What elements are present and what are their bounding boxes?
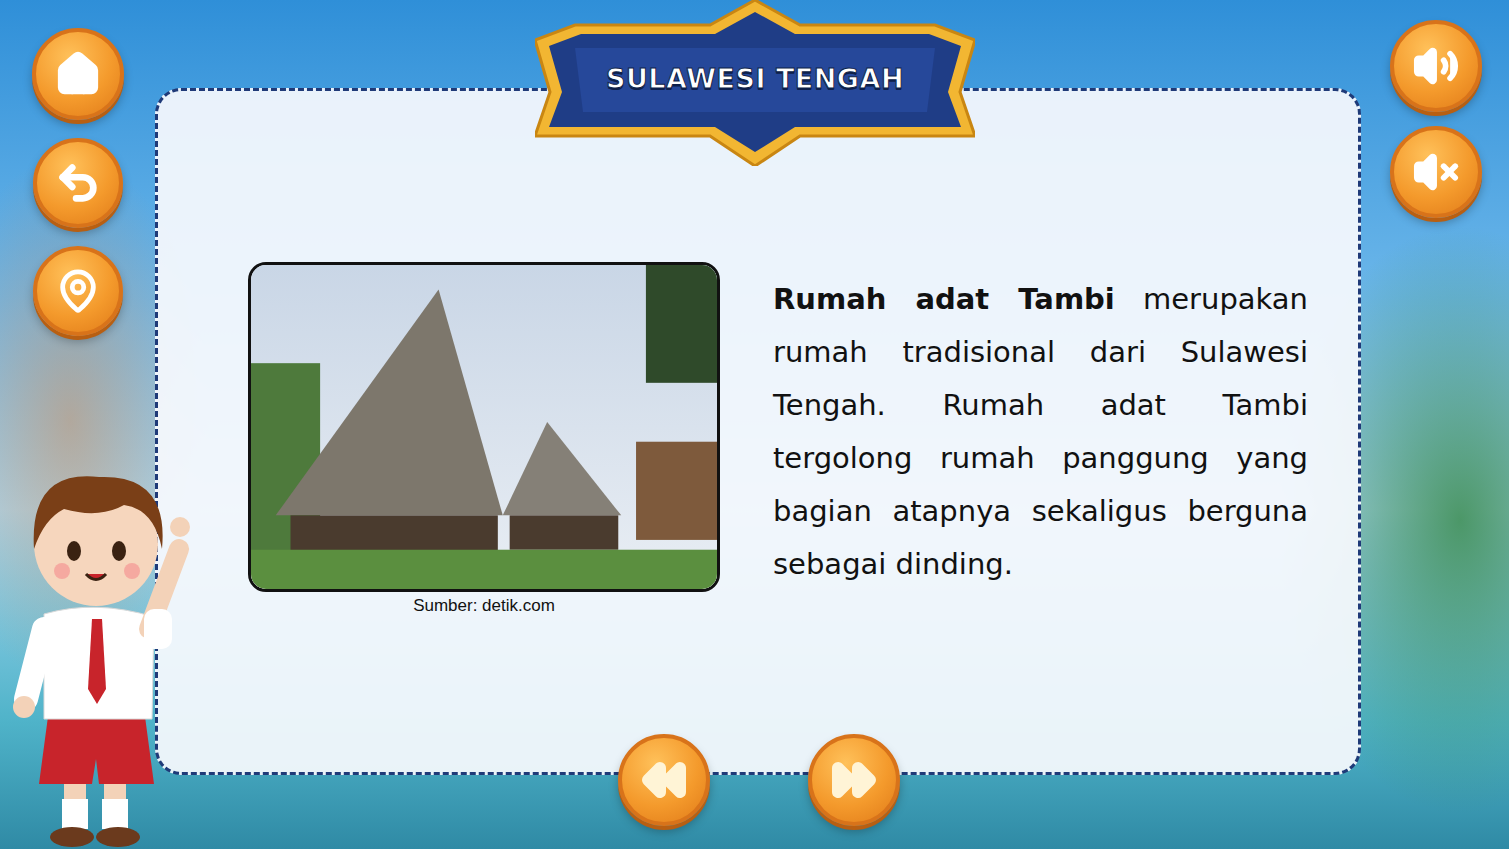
body-text: merupakan rumah tradisional dari Sulawes…: [773, 282, 1308, 581]
description-text: Rumah adat Tambi merupakan rumah tradisi…: [773, 273, 1308, 591]
title-banner: SULAWESI TENGAH: [535, 0, 975, 166]
map-button[interactable]: [33, 246, 123, 336]
home-button[interactable]: [32, 28, 124, 120]
student-character-icon: [4, 439, 204, 849]
house-photo: [248, 262, 720, 592]
home-icon: [55, 51, 101, 97]
photo-figure: Sumber: detik.com: [248, 248, 720, 616]
mute-button[interactable]: [1390, 126, 1482, 218]
sound-on-button[interactable]: [1390, 20, 1482, 112]
content-card: Sumber: detik.com Rumah adat Tambi merupa…: [155, 88, 1361, 775]
back-button[interactable]: [33, 138, 123, 228]
highlight-text: Rumah adat Tambi: [773, 282, 1115, 316]
rewind-icon: [640, 756, 688, 804]
page: Sumber: detik.com Rumah adat Tambi merupa…: [0, 0, 1509, 849]
map-pin-icon: [55, 268, 101, 314]
page-navigation: [618, 734, 900, 826]
banner-title: SULAWESI TENGAH: [606, 63, 904, 94]
photo-caption: Sumber: detik.com: [413, 596, 555, 616]
back-arrow-icon: [55, 160, 101, 206]
speaker-icon: [1413, 43, 1459, 89]
fast-forward-icon: [830, 756, 878, 804]
next-button[interactable]: [808, 734, 900, 826]
mute-icon: [1413, 149, 1459, 195]
right-rail: [1361, 0, 1509, 849]
previous-button[interactable]: [618, 734, 710, 826]
